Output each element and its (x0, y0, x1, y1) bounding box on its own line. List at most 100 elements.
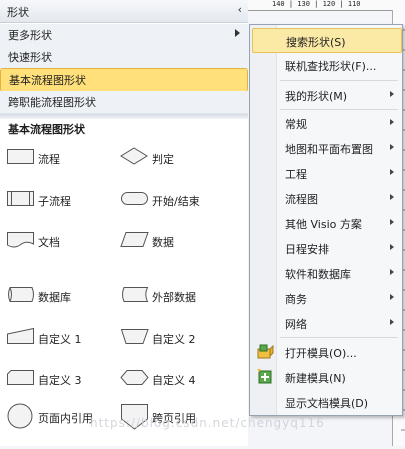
menu-item-label: 我的形状(M) (285, 90, 348, 103)
more-shapes-menu: 搜索形状(S) 联机查找形状(F)... 我的形状(M) 常规 地图和平面布置图… (249, 24, 403, 416)
menu-item-schedule[interactable]: 日程安排 (252, 236, 400, 259)
menu-item-my-shapes[interactable]: 我的形状(M) (252, 83, 400, 106)
document-shape-icon (7, 232, 34, 248)
menu-item-label: 商务 (285, 293, 307, 306)
decision-shape-icon (120, 147, 148, 165)
menu-item-other-visio-solutions[interactable]: 其他 Visio 方案 (252, 211, 400, 234)
shape-external-data[interactable]: 外部数据 (120, 283, 240, 311)
menu-item-label: 日程安排 (285, 243, 329, 256)
stencil-row-cross-functional[interactable]: 跨职能流程图形状 (0, 91, 248, 114)
ruler-labels: 140 | 130 | 120 | 110 (272, 0, 361, 8)
shape-custom-3[interactable]: 自定义 3 (6, 366, 126, 394)
watermark: https://blog.csdn.net/chengyq116 (90, 416, 325, 430)
custom4-shape-icon (120, 370, 149, 385)
shape-label: 文档 (38, 236, 60, 249)
shapes-panel: 形状 ‹ 更多形状 快速形状 基本流程图形状 跨职能流程图形状 基本流程图形状 … (0, 0, 248, 446)
shape-label: 数据 (152, 236, 174, 249)
process-shape-icon (7, 149, 34, 164)
menu-separator (280, 80, 398, 81)
menu-item-maps-floor-plans[interactable]: 地图和平面布置图 (252, 136, 400, 159)
shapes-panel-header: 形状 ‹ (0, 0, 248, 23)
menu-item-engineering[interactable]: 工程 (252, 161, 400, 184)
submenu-arrow-icon (390, 194, 394, 200)
stencil-row-quick-shapes[interactable]: 快速形状 (0, 46, 248, 69)
menu-item-new-stencil[interactable]: 新建模具(N) (252, 365, 400, 388)
submenu-arrow-icon (390, 294, 394, 300)
stencil-row-basic-flowchart[interactable]: 基本流程图形状 (0, 68, 248, 92)
shape-label: 自定义 1 (38, 333, 82, 346)
menu-separator (280, 109, 398, 110)
collapse-panel-icon[interactable]: ‹ (238, 3, 242, 16)
shape-label: 外部数据 (152, 291, 196, 304)
menu-item-label: 网络 (285, 318, 307, 331)
shape-start-end[interactable]: 开始/结束 (120, 187, 240, 215)
submenu-arrow-icon (390, 144, 394, 150)
shape-subprocess[interactable]: 子流程 (6, 187, 126, 215)
stencil-row-label: 快速形状 (8, 51, 52, 64)
menu-item-label: 软件和数据库 (285, 268, 351, 281)
menu-item-business[interactable]: 商务 (252, 286, 400, 309)
menu-item-search-shapes[interactable]: 搜索形状(S) (252, 28, 402, 53)
data-shape-icon (120, 232, 149, 247)
database-shape-icon (8, 287, 34, 302)
submenu-arrow-icon (390, 219, 394, 225)
menu-item-general[interactable]: 常规 (252, 111, 400, 134)
menu-item-show-document-stencil[interactable]: 显示文档模具(D) (252, 390, 400, 413)
on-page-reference-icon (7, 403, 33, 429)
menu-item-label: 其他 Visio 方案 (285, 218, 362, 231)
stencil-row-label: 基本流程图形状 (9, 74, 86, 87)
shape-database[interactable]: 数据库 (6, 283, 126, 311)
open-stencil-icon (256, 343, 274, 363)
menu-item-label: 打开模具(O)... (285, 347, 357, 360)
shape-decision[interactable]: 判定 (120, 145, 240, 173)
menu-item-label: 搜索形状(S) (286, 36, 346, 49)
external-data-shape-icon (122, 287, 149, 302)
menu-item-find-shapes-online[interactable]: 联机查找形状(F)... (252, 53, 400, 76)
menu-item-network[interactable]: 网络 (252, 311, 400, 334)
menu-item-label: 常规 (285, 118, 307, 131)
submenu-arrow-icon (390, 91, 394, 97)
shape-label: 流程 (38, 153, 60, 166)
shape-label: 页面内引用 (38, 412, 93, 425)
shape-label: 判定 (152, 153, 174, 166)
shape-label: 自定义 2 (152, 333, 196, 346)
custom2-shape-icon (120, 329, 149, 344)
submenu-arrow-icon (235, 29, 240, 37)
submenu-arrow-icon (390, 119, 394, 125)
horizontal-ruler: 140 | 130 | 120 | 110 (248, 0, 405, 11)
shape-process[interactable]: 流程 (6, 145, 126, 173)
shape-document[interactable]: 文档 (6, 228, 126, 256)
submenu-arrow-icon (390, 269, 394, 275)
menu-separator (280, 337, 398, 338)
shape-data[interactable]: 数据 (120, 228, 240, 256)
shape-custom-2[interactable]: 自定义 2 (120, 325, 240, 353)
shape-label: 子流程 (38, 195, 71, 208)
menu-item-label: 流程图 (285, 193, 318, 206)
panel-divider[interactable] (0, 114, 248, 119)
shape-label: 自定义 3 (38, 374, 82, 387)
custom3-shape-icon (7, 370, 34, 385)
shapes-panel-title: 形状 (7, 6, 29, 19)
menu-item-label: 显示文档模具(D) (285, 397, 369, 410)
menu-item-label: 工程 (285, 168, 307, 181)
submenu-arrow-icon (390, 169, 394, 175)
menu-item-open-stencil[interactable]: 打开模具(O)... (252, 340, 400, 363)
start-end-shape-icon (121, 192, 148, 205)
stencil-section-heading: 基本流程图形状 (8, 123, 85, 136)
custom1-shape-icon (7, 327, 34, 344)
shape-custom-4[interactable]: 自定义 4 (120, 366, 240, 394)
new-stencil-icon (256, 368, 274, 388)
stencil-row-label: 跨职能流程图形状 (8, 96, 96, 109)
menu-item-label: 联机查找形状(F)... (285, 60, 377, 73)
subprocess-shape-icon (7, 191, 34, 206)
stencil-row-more-shapes[interactable]: 更多形状 (0, 24, 248, 47)
shape-custom-1[interactable]: 自定义 1 (6, 325, 126, 353)
shape-label: 自定义 4 (152, 374, 196, 387)
submenu-arrow-icon (390, 319, 394, 325)
menu-item-flowchart[interactable]: 流程图 (252, 186, 400, 209)
menu-item-software-database[interactable]: 软件和数据库 (252, 261, 400, 284)
stencil-row-label: 更多形状 (8, 29, 52, 42)
menu-item-label: 地图和平面布置图 (285, 143, 373, 156)
submenu-arrow-icon (390, 244, 394, 250)
menu-item-label: 新建模具(N) (285, 372, 346, 385)
